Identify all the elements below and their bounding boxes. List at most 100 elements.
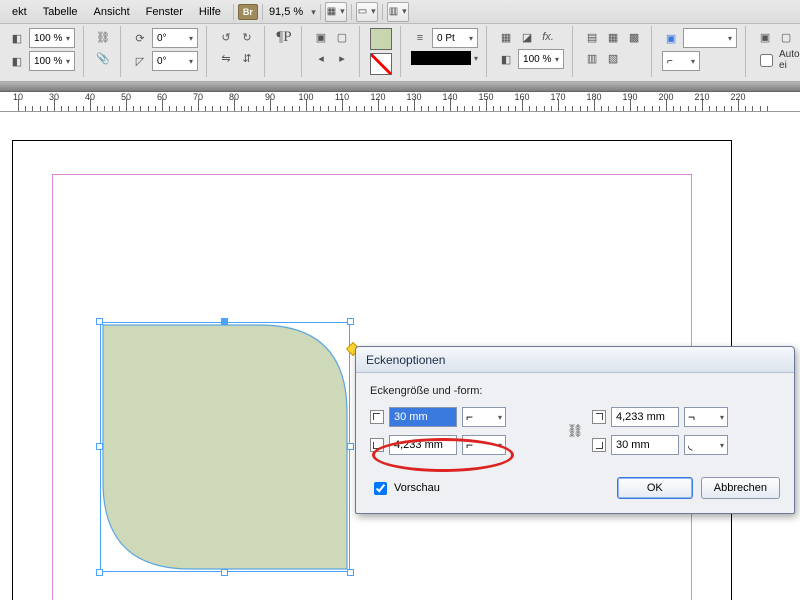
ruler-label: 170 — [550, 92, 565, 102]
ruler-label: 180 — [586, 92, 601, 102]
drop-shadow-icon[interactable]: ◪ — [518, 28, 536, 46]
handle-bottom-right[interactable] — [347, 569, 354, 576]
flip-v-icon[interactable]: ⇵ — [238, 49, 256, 67]
canvas[interactable]: Eckenoptionen Eckengröße und -form: ⌐▾ ⛓… — [0, 112, 800, 600]
ruler-label: 70 — [193, 92, 203, 102]
menu-view[interactable]: Ansicht — [86, 6, 138, 18]
ruler-label: 80 — [229, 92, 239, 102]
auto-fit-label: Automatisch ei — [779, 49, 800, 71]
select-container-icon[interactable]: ▣ — [312, 28, 330, 46]
auto-fit-checkbox[interactable] — [760, 54, 773, 67]
ruler-label: 90 — [265, 92, 275, 102]
corner-tr-input[interactable] — [611, 407, 679, 427]
fit-frame-icon[interactable]: ▣ — [756, 28, 774, 46]
selection-bounding-box[interactable] — [100, 322, 350, 572]
fill-swatch[interactable] — [370, 28, 392, 50]
handle-top-left[interactable] — [96, 318, 103, 325]
stroke-weight-icon: ≡ — [411, 29, 429, 47]
corner-tl-icon — [370, 410, 384, 424]
dialog-title-bar[interactable]: Eckenoptionen — [356, 347, 794, 373]
select-content-icon[interactable]: ▢ — [333, 28, 351, 46]
corner-tl-input[interactable] — [389, 407, 457, 427]
bridge-icon[interactable]: Br — [238, 4, 258, 20]
flip-h-icon[interactable]: ⇋ — [217, 49, 235, 67]
text-wrap-jump-icon[interactable]: ▥ — [583, 49, 601, 67]
handle-top-right[interactable] — [347, 318, 354, 325]
cancel-button[interactable]: Abbrechen — [701, 477, 780, 499]
zoom-level[interactable]: 91,5 % — [269, 6, 316, 18]
corner-bl-icon — [370, 438, 384, 452]
menu-window[interactable]: Fenster — [138, 6, 191, 18]
corner-top-left-row: ⌐▾ — [370, 407, 558, 427]
corner-bl-shape-combo[interactable]: ⌐▾ — [462, 435, 506, 455]
view-options-button[interactable]: ▦ — [325, 2, 347, 22]
handle-top-middle[interactable] — [221, 318, 228, 325]
corner-group-label: Eckengröße und -form: — [370, 385, 780, 397]
corner-shape-combo[interactable]: ⌐▾ — [662, 51, 700, 71]
menu-object[interactable]: ekt — [4, 6, 35, 18]
corner-size-combo[interactable]: ▾ — [683, 28, 737, 48]
rotate-cw-icon[interactable]: ↻ — [238, 28, 256, 46]
menu-separator — [351, 4, 352, 20]
ruler-label: 10 — [13, 92, 23, 102]
corner-tr-shape-combo[interactable]: ¬▾ — [684, 407, 728, 427]
rotate-icon: ⟳ — [131, 29, 149, 47]
corner-br-icon — [592, 438, 606, 452]
corner-br-shape-combo[interactable]: ◟▾ — [684, 435, 728, 455]
selection-outline — [100, 322, 350, 572]
corner-bl-input[interactable] — [389, 435, 457, 455]
opacity-icon: ◧ — [8, 52, 26, 70]
opacity-a-combo[interactable]: 100 %▾ — [29, 28, 75, 48]
menu-separator — [320, 4, 321, 20]
chevron-down-icon — [307, 6, 316, 18]
opacity-b-combo[interactable]: 100 %▾ — [29, 51, 75, 71]
text-wrap-none-icon[interactable]: ▤ — [583, 28, 601, 46]
menu-separator — [262, 4, 263, 20]
handle-bottom-left[interactable] — [96, 569, 103, 576]
document-tab-bar — [0, 82, 800, 92]
corner-tl-shape-combo[interactable]: ⌐▾ — [462, 407, 506, 427]
chain-icon[interactable]: ⛓ — [94, 28, 112, 46]
ruler-label: 140 — [442, 92, 457, 102]
horizontal-ruler: 1030405060708090100110120130140150160170… — [0, 92, 800, 112]
ok-button[interactable]: OK — [617, 477, 693, 499]
handle-middle-left[interactable] — [96, 443, 103, 450]
fit-content-icon[interactable]: ▢ — [777, 28, 795, 46]
rotate-ccw-icon[interactable]: ↺ — [217, 28, 235, 46]
corner-bottom-left-row: ⌐▾ — [370, 435, 558, 455]
paragraph-style-icon[interactable]: ¶P — [275, 28, 293, 46]
rotation-a-combo[interactable]: 0°▾ — [152, 28, 198, 48]
handle-bottom-middle[interactable] — [221, 569, 228, 576]
opacity-icon: ◧ — [497, 50, 515, 68]
menu-help[interactable]: Hilfe — [191, 6, 229, 18]
select-prev-icon[interactable]: ◂ — [312, 49, 330, 67]
clip-icon[interactable]: 📎 — [94, 49, 112, 67]
effect-opacity-combo[interactable]: 100 %▾ — [518, 49, 564, 69]
ruler-label: 160 — [514, 92, 529, 102]
ruler-label: 110 — [335, 92, 349, 102]
stroke-weight-combo[interactable]: 0 Pt▾ — [432, 28, 478, 48]
fx-icon[interactable]: fx. — [539, 28, 557, 46]
menu-separator — [382, 4, 383, 20]
zoom-value: 91,5 % — [269, 6, 303, 18]
frame-fit-icon[interactable]: ▣ — [662, 29, 680, 47]
effects-icon[interactable]: ▦ — [497, 28, 515, 46]
arrange-button[interactable]: ▥ — [387, 2, 409, 22]
rotation-b-combo[interactable]: 0°▾ — [152, 51, 198, 71]
select-next-icon[interactable]: ▸ — [333, 49, 351, 67]
text-wrap-column-icon[interactable]: ▧ — [604, 49, 622, 67]
handle-middle-right[interactable] — [347, 443, 354, 450]
ruler-label: 200 — [658, 92, 673, 102]
preview-checkbox-row[interactable]: Vorschau — [370, 479, 440, 498]
corner-options-dialog: Eckenoptionen Eckengröße und -form: ⌐▾ ⛓… — [355, 346, 795, 514]
stroke-swatch[interactable] — [370, 53, 392, 75]
preview-label: Vorschau — [394, 482, 440, 494]
text-wrap-shape-icon[interactable]: ▩ — [625, 28, 643, 46]
screen-mode-button[interactable]: ▭ — [356, 2, 378, 22]
stroke-style-combo[interactable] — [411, 51, 471, 65]
link-corners-icon[interactable]: ⛓ — [567, 423, 584, 439]
text-wrap-bound-icon[interactable]: ▦ — [604, 28, 622, 46]
menu-table[interactable]: Tabelle — [35, 6, 86, 18]
preview-checkbox[interactable] — [374, 482, 387, 495]
corner-br-input[interactable] — [611, 435, 679, 455]
